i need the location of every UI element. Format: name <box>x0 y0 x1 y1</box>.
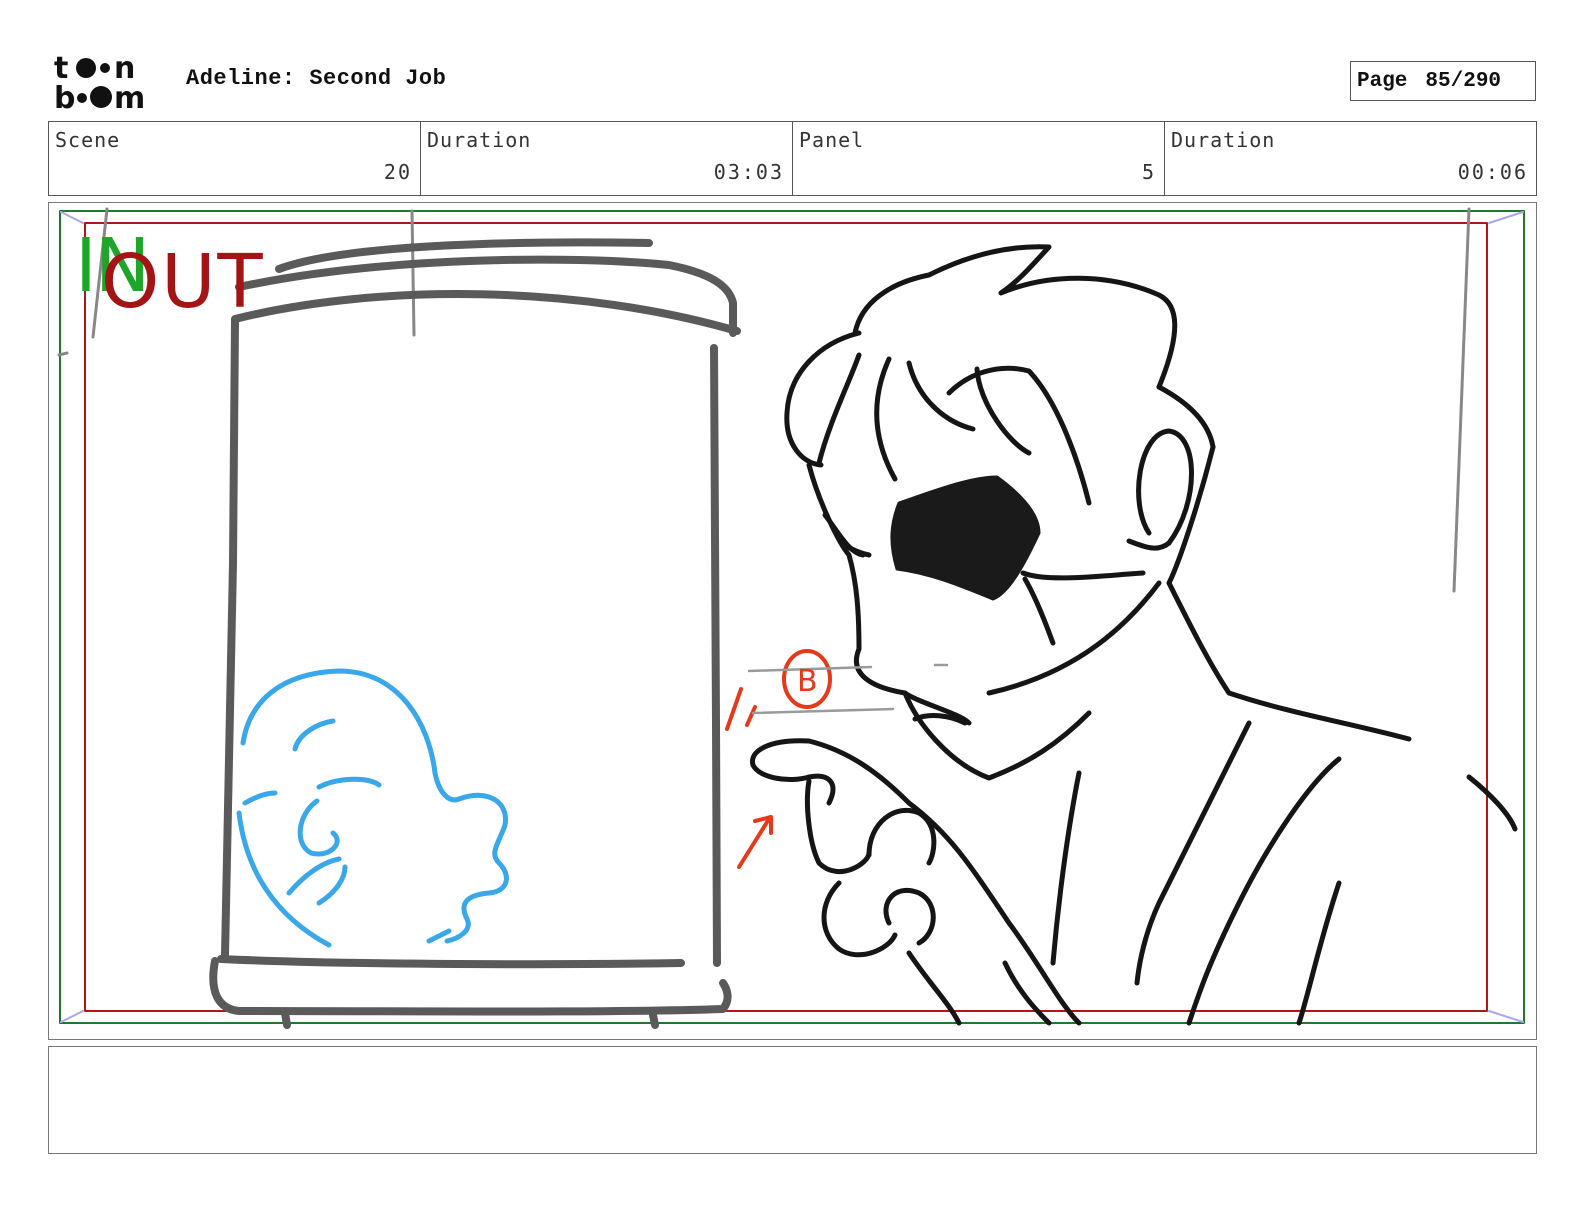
page-label: Page <box>1357 69 1408 93</box>
out-marker: OUT <box>101 239 265 325</box>
character-sketch <box>750 244 1518 1026</box>
scene-value: 20 <box>383 160 412 184</box>
toon-boom-logo-mark: t n b m <box>54 51 145 112</box>
blue-figure-sketch <box>236 668 509 948</box>
panel-duration-value: 00:06 <box>1457 160 1528 184</box>
panel-info-row: Scene 20 Duration 03:03 Panel 5 Duration… <box>48 121 1537 196</box>
panel-value: 5 <box>1141 160 1156 184</box>
scene-label: Scene <box>55 128 121 152</box>
page-indicator: Page 85/290 <box>1350 61 1536 101</box>
panel-duration-label: Duration <box>1171 128 1276 152</box>
panel-sketch: B <box>57 207 1525 1029</box>
camera-frame <box>84 222 1488 1012</box>
page-number: 85/290 <box>1425 69 1502 93</box>
safe-frame <box>59 210 1525 1024</box>
panel-notes-box[interactable] <box>48 1046 1537 1154</box>
scene-duration-value: 03:03 <box>713 160 784 184</box>
panel-duration-cell: Duration 00:06 <box>1165 122 1536 195</box>
panel-label: Panel <box>799 128 865 152</box>
scene-duration-label: Duration <box>427 128 532 152</box>
toon-boom-logo: t n b m <box>52 50 164 112</box>
gray-guide-lines <box>747 663 949 715</box>
panel-cell: Panel 5 <box>793 122 1165 195</box>
scene-cell: Scene 20 <box>49 122 421 195</box>
svg-text:m: m <box>114 81 145 112</box>
eye-patch <box>890 475 1041 601</box>
door-sketch <box>209 238 741 1029</box>
background-lines <box>57 207 1471 593</box>
frame-corner-marks <box>60 211 1524 1023</box>
storyboard-panel[interactable]: B IN OUT <box>48 202 1537 1040</box>
svg-text:b: b <box>54 81 75 112</box>
scene-duration-cell: Duration 03:03 <box>421 122 793 195</box>
project-title: Adeline: Second Job <box>186 66 447 91</box>
annotation-letter: B <box>797 664 818 699</box>
